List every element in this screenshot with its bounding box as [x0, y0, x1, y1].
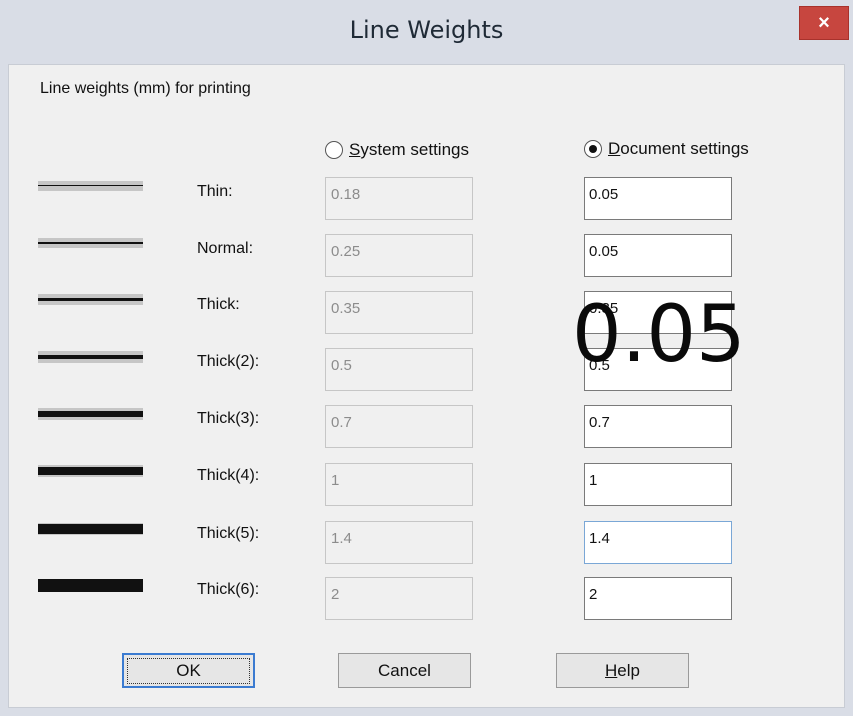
document-thick6-field[interactable]: 2 [584, 577, 732, 620]
ok-button[interactable]: OK [122, 653, 255, 688]
document-normal-field[interactable]: 0.05 [584, 234, 732, 277]
section-heading: Line weights (mm) for printing [40, 80, 251, 97]
system-settings-radio[interactable]: System settings [325, 140, 469, 160]
document-settings-radio[interactable]: Document settings [584, 139, 749, 159]
row-label: Thick(5): [197, 525, 260, 542]
system-thick-field: 0.35 [325, 291, 473, 334]
document-thin-field[interactable]: 0.05 [584, 177, 732, 220]
row-label: Thick(2): [197, 353, 260, 370]
row-label: Thick(3): [197, 410, 260, 427]
row-label: Thick: [197, 296, 240, 313]
thick3-line-sample [38, 408, 143, 420]
system-thick2-field: 0.5 [325, 348, 473, 391]
row-label: Thick(4): [197, 467, 260, 484]
value-overlay: 0.05 [572, 290, 746, 380]
thick-line-sample [38, 294, 143, 305]
system-thick3-field: 0.7 [325, 405, 473, 448]
title-bar[interactable]: Line Weights × [0, 0, 853, 64]
document-thick4-field[interactable]: 1 [584, 463, 732, 506]
row-label: Normal: [197, 240, 254, 257]
document-thick5-field[interactable]: 1.4 [584, 521, 732, 564]
window-title: Line Weights [349, 16, 504, 44]
radio-checked-icon [584, 140, 602, 158]
document-settings-label: Document settings [608, 139, 749, 158]
cancel-button[interactable]: Cancel [338, 653, 471, 688]
line-weights-dialog: Line Weights × Line weights (mm) for pri… [0, 0, 853, 716]
thick2-line-sample [38, 351, 143, 363]
close-icon: × [818, 11, 830, 34]
help-button[interactable]: Help [556, 653, 689, 688]
thick6-line-sample [38, 579, 143, 592]
thick5-line-sample [38, 523, 143, 535]
thick4-line-sample [38, 465, 143, 477]
row-label: Thick(6): [197, 581, 260, 598]
row-label: Thin: [197, 183, 233, 200]
system-settings-label: System settings [349, 140, 469, 159]
thin-line-sample [38, 181, 143, 191]
close-button[interactable]: × [799, 6, 849, 40]
system-thick6-field: 2 [325, 577, 473, 620]
radio-unchecked-icon [325, 141, 343, 159]
document-thick3-field[interactable]: 0.7 [584, 405, 732, 448]
help-button-label: Help [605, 660, 640, 680]
system-thick4-field: 1 [325, 463, 473, 506]
system-normal-field: 0.25 [325, 234, 473, 277]
normal-line-sample [38, 238, 143, 248]
system-thin-field: 0.18 [325, 177, 473, 220]
system-thick5-field: 1.4 [325, 521, 473, 564]
